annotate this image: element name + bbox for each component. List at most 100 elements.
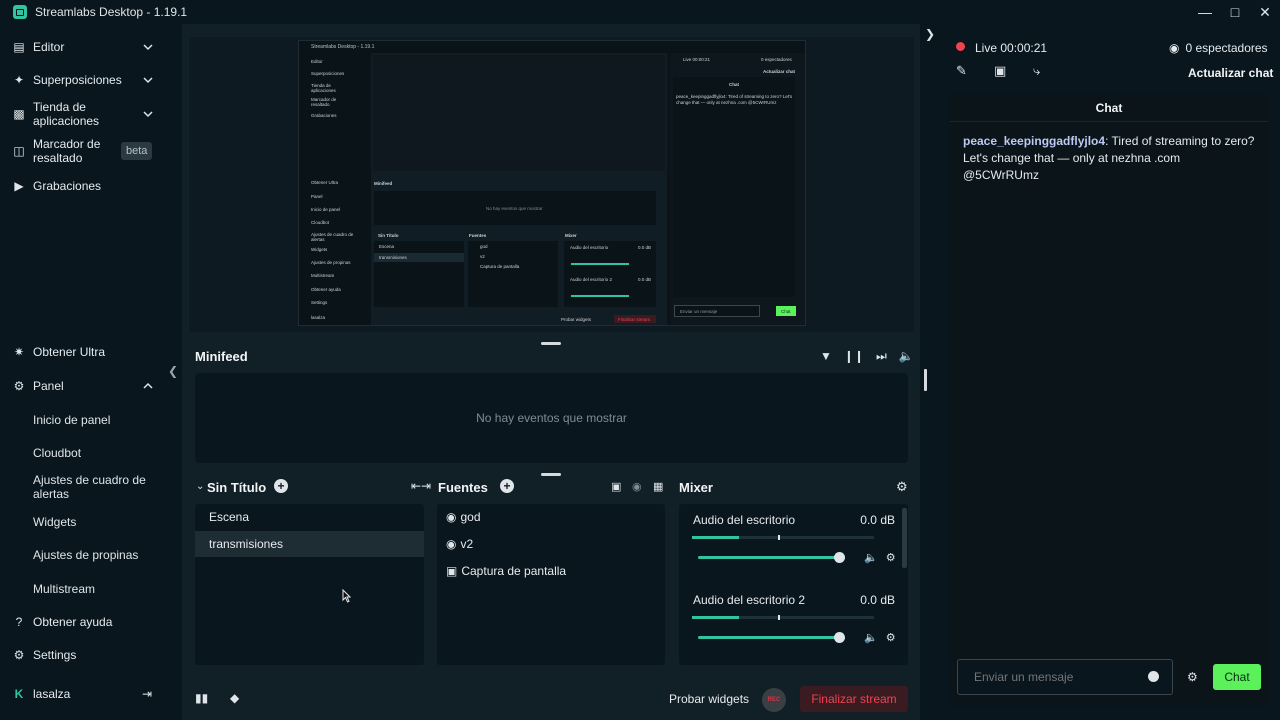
chat-message-input[interactable] — [957, 659, 1173, 695]
camera-off-icon[interactable]: ◉ — [632, 480, 642, 493]
mixer-channel-label: Audio del escritorio 2 — [693, 593, 806, 607]
streamlabs-logo-icon — [13, 5, 27, 19]
scrollbar-thumb[interactable] — [924, 369, 927, 391]
sidebar-item-ultra[interactable]: ✷ Obtener Ultra — [0, 345, 166, 359]
scene-item-escena[interactable]: Escena — [195, 504, 424, 530]
mini-scene: Escena — [379, 244, 395, 249]
layers-icon: ▤ — [13, 40, 25, 54]
chat-send-button[interactable]: Chat — [1213, 664, 1261, 690]
mini-mixer-ch: Audio del escritorio — [570, 245, 609, 250]
sidebar: ▤ Editor ✦ Superposiciones ▩ Tienda de a… — [0, 24, 166, 720]
sidebar-item-user[interactable]: K lasalza ⇥ — [0, 687, 166, 701]
sidebar-subitem-propinas[interactable]: Ajustes de propinas — [33, 548, 138, 562]
transition-icon[interactable]: ⇤⇥ — [411, 479, 431, 493]
mini-minifeed: Minifeed — [374, 181, 393, 186]
volume-fader[interactable] — [698, 632, 845, 643]
beta-badge: beta — [121, 142, 153, 160]
filter-icon[interactable]: ▼ — [820, 349, 832, 364]
sidebar-item-grabaciones[interactable]: ▶ Grabaciones — [0, 179, 166, 193]
collapse-sidebar-icon[interactable]: ❮ — [168, 364, 178, 378]
stats-icon[interactable]: ▮▮ — [195, 691, 208, 705]
share-icon[interactable]: ⤷ — [1033, 63, 1040, 79]
sidebar-item-ayuda[interactable]: ? Obtener ayuda — [0, 615, 166, 629]
sidebar-item-editor[interactable]: ▤ Editor — [0, 40, 166, 54]
sidebar-item-tienda[interactable]: ▩ Tienda de aplicaciones — [0, 100, 166, 128]
volume-meter — [692, 535, 874, 540]
close-button[interactable]: ✕ — [1250, 0, 1280, 24]
scenes-title[interactable]: Sin Título — [207, 480, 266, 495]
volume-fader[interactable] — [698, 552, 845, 563]
camera-icon[interactable]: ▣ — [994, 63, 1006, 79]
sources-list: ◉ god ◉ v2 ▣ Captura de pantalla — [437, 504, 665, 665]
end-stream-button[interactable]: Finalizar stream — [800, 686, 908, 712]
viewer-count: ◉ 0 espectadores — [1169, 41, 1268, 55]
window-title: Streamlabs Desktop - 1.19.1 — [35, 5, 188, 19]
mini-source: Captura de pantalla — [480, 264, 520, 269]
pause-icon[interactable]: ❙❙ — [844, 349, 864, 364]
mini-side-item: Editor — [311, 59, 323, 64]
chat-box: Chat peace_keepinggadflyjlo4: Tired of s… — [950, 94, 1268, 706]
refresh-chat-button[interactable]: Actualizar chat — [1188, 66, 1273, 80]
sidebar-item-superposiciones[interactable]: ✦ Superposiciones — [0, 73, 166, 87]
add-folder-icon[interactable]: ▦ — [653, 480, 663, 493]
speaker-icon[interactable]: 🔈 — [864, 631, 878, 644]
sidebar-subitem-inicio[interactable]: Inicio de panel — [33, 413, 110, 427]
mini-fader — [571, 263, 629, 265]
mini-chat-box — [673, 77, 795, 297]
sidebar-item-panel[interactable]: ⚙ Panel — [0, 379, 166, 393]
source-item-captura[interactable]: ▣ Captura de pantalla — [446, 564, 566, 578]
chevron-down-icon[interactable]: ⌄ — [196, 481, 204, 492]
gear-icon[interactable]: ⚙ — [886, 551, 896, 564]
minifeed-empty-text: No hay eventos que mostrar — [476, 411, 627, 425]
sidebar-item-settings[interactable]: ⚙ Settings — [0, 648, 166, 662]
fader-knob[interactable] — [834, 632, 845, 643]
resize-handle[interactable] — [541, 473, 561, 476]
sidebar-subitem-multistream[interactable]: Multistream — [33, 582, 95, 596]
collapse-chat-icon[interactable]: ❯ — [925, 27, 935, 41]
rec-button[interactable]: REC — [762, 688, 786, 712]
emoji-icon[interactable] — [1148, 671, 1159, 682]
sidebar-subitem-alertas[interactable]: Ajustes de cuadro de alertas — [33, 473, 146, 501]
mini-side-item: Settings — [311, 300, 328, 305]
source-item-god[interactable]: ◉ god — [446, 510, 481, 524]
sidebar-subitem-widgets[interactable]: Widgets — [33, 515, 76, 529]
mixer-scrollbar[interactable] — [902, 508, 907, 568]
fader-knob[interactable] — [834, 552, 845, 563]
mini-sources-box — [468, 241, 558, 307]
sidebar-subitem-cloudbot[interactable]: Cloudbot — [33, 446, 81, 460]
skip-icon[interactable]: ⏭ — [876, 349, 887, 364]
sidebar-item-marcador[interactable]: ◫ Marcador de resaltado beta — [0, 137, 166, 165]
mini-side-item: Obtener Ultra — [311, 180, 339, 185]
pencil-icon[interactable]: ✎ — [956, 63, 967, 79]
gamepad-icon: ◉ — [446, 537, 457, 551]
mini-side-item: Widgets — [311, 247, 328, 252]
chat-message: peace_keepinggadflyjlo4: Tired of stream… — [963, 133, 1257, 184]
mini-source: god — [480, 244, 488, 249]
gear-icon[interactable]: ⚙ — [886, 631, 896, 644]
logout-icon[interactable]: ⇥ — [142, 687, 152, 701]
scenes-list: Escena transmisiones — [195, 504, 424, 665]
source-item-v2[interactable]: ◉ v2 — [446, 537, 473, 551]
resize-handle[interactable] — [541, 342, 561, 345]
add-source-icon[interactable]: + — [500, 479, 514, 493]
mini-mixer-db: 0.0 dB — [638, 277, 652, 282]
maximize-button[interactable]: □ — [1220, 0, 1250, 24]
screen-source-icon[interactable]: ▣ — [611, 480, 621, 493]
mini-mixer-db: 0.0 dB — [638, 245, 652, 250]
test-widgets-button[interactable]: Probar widgets — [669, 692, 749, 706]
mini-send-text: Chat — [781, 309, 791, 314]
sources-title: Fuentes — [438, 480, 488, 495]
mini-live: Live 00:00:21 — [683, 57, 711, 62]
scene-item-transmisiones[interactable]: transmisiones — [195, 531, 424, 557]
mini-side-item: Marcador de resaltado — [311, 97, 337, 107]
minimize-button[interactable]: — — [1190, 0, 1220, 24]
volume-icon[interactable]: 🔈 — [899, 349, 914, 364]
title-bar: Streamlabs Desktop - 1.19.1 — □ ✕ — [0, 0, 1280, 24]
chat-settings-icon[interactable]: ⚙ — [1187, 670, 1198, 684]
mixer-settings-icon[interactable]: ⚙ — [896, 479, 908, 495]
bell-icon[interactable]: ◆ — [230, 691, 239, 705]
chat-username[interactable]: peace_keepinggadflyjlo4 — [963, 134, 1105, 148]
mini-side-item: Grabaciones — [311, 113, 337, 118]
add-scene-icon[interactable]: + — [274, 479, 288, 493]
speaker-icon[interactable]: 🔈 — [864, 551, 878, 564]
